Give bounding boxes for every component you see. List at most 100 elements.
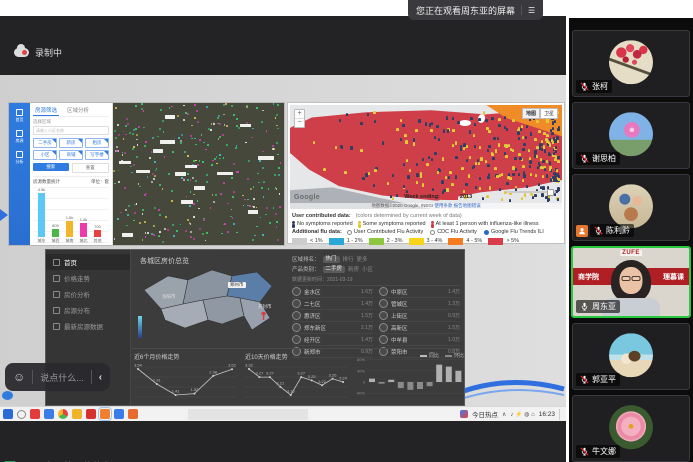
- listing-dot: [198, 208, 200, 210]
- quick-button-3[interactable]: 租房: [85, 138, 109, 148]
- listing-tab-2[interactable]: 区域分析: [65, 105, 91, 116]
- listing-dot: [263, 196, 265, 198]
- listing-dot: [115, 137, 117, 139]
- filter-selected[interactable]: 热门: [323, 256, 340, 263]
- flu-marker: [541, 193, 543, 196]
- listing-dot: [154, 161, 156, 163]
- radio-icon[interactable]: [484, 230, 489, 235]
- orange-app-icon[interactable]: [128, 409, 138, 419]
- chat-collapse-icon[interactable]: ‹: [99, 372, 102, 383]
- reset-button[interactable]: 重置: [72, 163, 110, 173]
- listing-dot: [197, 164, 199, 166]
- flu-source-option[interactable]: Google Flu Trends ILI: [484, 228, 544, 236]
- dash-menu-3[interactable]: 房价分析: [46, 286, 130, 302]
- participant-tile-5[interactable]: 郭亚平: [572, 323, 690, 390]
- filter-option[interactable]: 排行: [343, 255, 354, 263]
- banner-menu-icon[interactable]: ☰: [528, 6, 535, 15]
- chrome-icon[interactable]: [58, 409, 68, 419]
- listing-dot: [221, 233, 223, 235]
- docs-blue-icon[interactable]: [44, 409, 54, 419]
- region-item[interactable]: 金水区1.6万: [292, 286, 373, 298]
- start-icon[interactable]: [3, 409, 13, 419]
- dash-menu-4[interactable]: 房源分布: [46, 302, 130, 318]
- listing-tab-1[interactable]: 房源筛选: [33, 105, 59, 116]
- region-item[interactable]: 高新区1.5万: [379, 322, 460, 334]
- flu-marker: [441, 180, 443, 183]
- participant-avatar: [609, 405, 653, 449]
- map-type-1[interactable]: 地图: [522, 108, 540, 119]
- timeline-slider[interactable]: [506, 191, 556, 193]
- quick-button-4[interactable]: 小区: [33, 150, 57, 160]
- radio-icon[interactable]: [347, 230, 352, 235]
- listing-dot: [136, 134, 138, 136]
- hot-topics-icon[interactable]: [460, 410, 468, 418]
- filter-option[interactable]: 更多: [357, 255, 368, 263]
- listing-dot: [233, 163, 235, 165]
- wps-red-icon[interactable]: [86, 409, 96, 419]
- show-desktop-button[interactable]: [559, 409, 563, 420]
- listing-search-input[interactable]: 请输入小区名称: [33, 126, 109, 135]
- listing-dot: [183, 119, 185, 121]
- region-item[interactable]: 上街区0.9万: [379, 310, 460, 322]
- flu-map[interactable]: +− 地图卫星 Google Week ending: 2013 地图数据©20…: [290, 105, 562, 209]
- listing-dot: [168, 173, 170, 175]
- search-button[interactable]: 搜索: [33, 163, 69, 171]
- region-item[interactable]: 惠济区1.5万: [292, 310, 373, 322]
- flu-marker: [509, 177, 511, 180]
- listing-nav-1[interactable]: 首页: [13, 109, 27, 123]
- active-app-icon[interactable]: [100, 409, 110, 419]
- tray-expand-icon[interactable]: ∧: [502, 411, 506, 418]
- map-zoom-control[interactable]: +−: [294, 109, 305, 128]
- filter-option[interactable]: 小区: [362, 265, 373, 273]
- home-yellow-icon[interactable]: [72, 409, 82, 419]
- flu-marker: [501, 173, 503, 176]
- dash-menu-2[interactable]: 价格走势: [46, 270, 130, 286]
- region-item[interactable]: 中牟县1.0万: [379, 334, 460, 346]
- participant-tile-6[interactable]: 牛文娜: [572, 395, 690, 462]
- listing-dot: [114, 238, 116, 240]
- browser-blue-icon[interactable]: [114, 409, 124, 419]
- listing-dot: [159, 184, 161, 186]
- listing-nav-3[interactable]: 分析: [13, 151, 27, 165]
- participant-tile-2[interactable]: 谢思柏: [572, 102, 690, 169]
- dash-menu-5[interactable]: 最新房源数据: [46, 318, 130, 334]
- flu-marker: [517, 131, 519, 134]
- listing-dot: [142, 239, 144, 241]
- participant-tile-3[interactable]: 陈利黔: [572, 174, 690, 241]
- filter-option[interactable]: 新房: [348, 265, 359, 273]
- hot-topics-label[interactable]: 今日热点: [472, 409, 498, 419]
- listing-dot: [215, 194, 217, 196]
- participant-tile-4[interactable]: ZUFE商学院理慕课周东亚: [571, 246, 691, 318]
- flu-marker: [557, 128, 559, 131]
- listing-dot: [118, 134, 120, 136]
- region-item[interactable]: 管城区1.3万: [379, 298, 460, 310]
- chat-input[interactable]: 说点什么...: [40, 371, 84, 384]
- listing-dot: [227, 231, 229, 233]
- quick-button-5[interactable]: 商铺: [59, 150, 83, 160]
- region-item[interactable]: 经开区1.4万: [292, 334, 373, 346]
- quick-button-1[interactable]: 二手房: [33, 138, 57, 148]
- mail-red-icon[interactable]: [30, 409, 40, 419]
- region-item[interactable]: 郑东新区2.1万: [292, 322, 373, 334]
- quick-button-6[interactable]: 写字楼: [85, 150, 109, 160]
- attribution-links[interactable]: 使用条款 报告地图错误: [434, 203, 480, 208]
- emoji-icon[interactable]: ☺: [13, 370, 25, 384]
- listing-dot: [126, 225, 128, 227]
- region-item[interactable]: 中原区1.4万: [379, 286, 460, 298]
- search-icon[interactable]: [17, 410, 26, 419]
- dash-menu-1[interactable]: 首页: [46, 254, 130, 270]
- flu-source-option[interactable]: User Contributed Flu Activity: [347, 228, 423, 236]
- radio-icon[interactable]: [430, 230, 435, 235]
- flu-marker: [506, 182, 508, 185]
- filter-selected[interactable]: 二手房: [323, 266, 346, 273]
- participant-tile-1[interactable]: 张柯: [572, 30, 690, 97]
- quick-button-2[interactable]: 新房: [59, 138, 83, 148]
- city-listings-map[interactable]: [113, 103, 284, 245]
- region-item[interactable]: 二七区1.4万: [292, 298, 373, 310]
- listing-nav-2[interactable]: 房源: [13, 130, 27, 144]
- clock[interactable]: 16:23: [539, 411, 555, 418]
- taskbar-open-window[interactable]: [188, 409, 308, 420]
- province-map[interactable]: [132, 254, 288, 346]
- flu-source-option[interactable]: CDC Flu Activity: [430, 228, 477, 236]
- map-type-2[interactable]: 卫星: [540, 108, 558, 119]
